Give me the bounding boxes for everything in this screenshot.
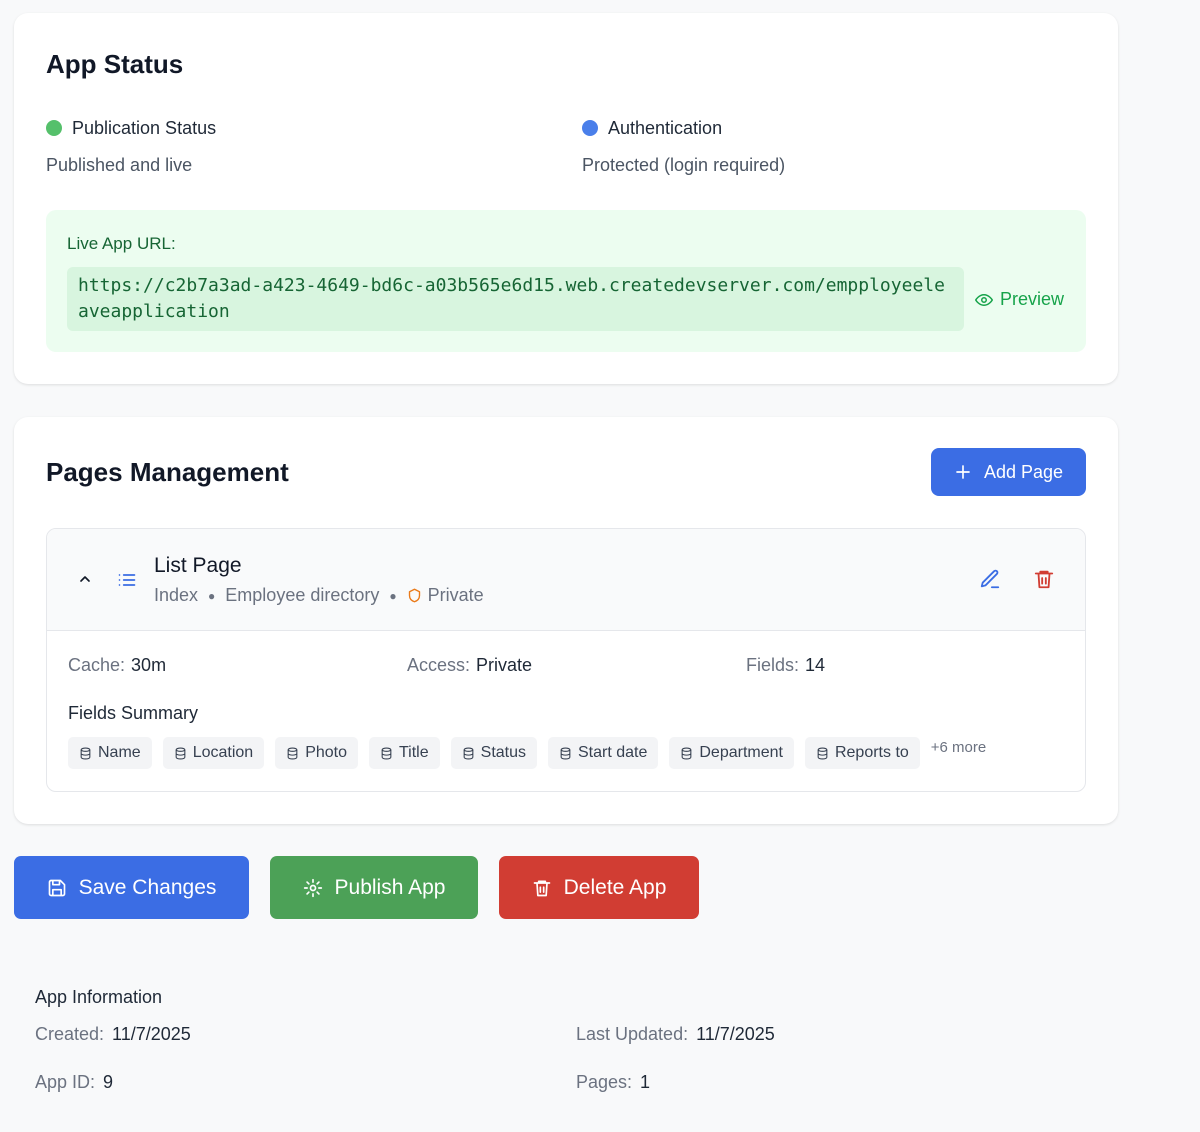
live-url-box: Live App URL: https://c2b7a3ad-a423-4649… [46, 210, 1086, 352]
field-chip-label: Reports to [834, 744, 909, 761]
publish-app-button[interactable]: Publish App [270, 856, 478, 919]
field-chip-label: Status [480, 744, 526, 761]
more-fields-count: +6 more [930, 739, 987, 756]
shield-icon [407, 588, 422, 603]
fields-detail: Fields: 14 [746, 655, 825, 676]
page-name: List Page [154, 554, 242, 577]
page-item: List Page Index ● Employee directory ● P… [46, 528, 1086, 792]
save-icon [48, 879, 65, 896]
app-status-title: App Status [46, 49, 184, 79]
pencil-icon[interactable] [979, 568, 1001, 590]
gear-icon [303, 878, 322, 897]
field-chip: Title [369, 737, 440, 769]
field-chip-label: Name [98, 744, 141, 761]
live-url-text[interactable]: https://c2b7a3ad-a423-4649-bd6c-a03b565e… [67, 267, 964, 331]
page-meta: Index ● Employee directory ● Private [154, 585, 484, 606]
list-icon [118, 574, 136, 586]
publish-app-label: Publish App [334, 875, 446, 899]
field-chip: Reports to [804, 737, 920, 769]
last-updated-info: Last Updated: 11/7/2025 [576, 1024, 775, 1045]
add-page-label: Add Page [983, 461, 1064, 482]
page-description: Employee directory [225, 585, 380, 605]
authentication-value: Protected (login required) [582, 155, 786, 175]
save-changes-button[interactable]: Save Changes [14, 856, 249, 919]
field-chip-label: Department [699, 744, 783, 761]
page-visibility: Private [427, 585, 484, 605]
fields-value: 14 [805, 655, 826, 675]
trash-icon [533, 880, 550, 896]
field-chip: Name [68, 737, 152, 769]
pages-count-info: Pages: 1 [576, 1072, 650, 1093]
access-value: Private [476, 655, 533, 675]
authentication-dot-icon [582, 120, 598, 136]
delete-app-label: Delete App [563, 875, 667, 899]
database-icon [817, 747, 828, 759]
add-page-button[interactable]: Add Page [931, 448, 1086, 496]
pages-management-title: Pages Management [46, 457, 289, 487]
eye-icon [975, 293, 993, 306]
delete-app-button[interactable]: Delete App [499, 856, 699, 919]
chevron-up-icon[interactable] [77, 571, 93, 587]
pages-count-value: 1 [640, 1072, 651, 1092]
cache-label: Cache: [68, 655, 126, 675]
meta-separator: ● [389, 588, 397, 603]
field-chip: Location [162, 737, 265, 769]
plus-icon [956, 465, 970, 479]
database-icon [381, 747, 392, 759]
page-route: Index [154, 585, 199, 605]
authentication-label: Authentication [608, 117, 723, 138]
authentication-status: Authentication Protected (login required… [582, 117, 1062, 176]
created-value: 11/7/2025 [112, 1024, 191, 1044]
field-chip: Photo [275, 737, 358, 769]
preview-label: Preview [1000, 289, 1065, 309]
publication-status: Publication Status Published and live [46, 117, 526, 176]
database-icon [463, 747, 474, 759]
field-chip-label: Start date [578, 744, 648, 761]
created-info: Created: 11/7/2025 [35, 1024, 191, 1045]
created-label: Created: [35, 1024, 105, 1044]
live-url-label: Live App URL: [67, 234, 176, 253]
field-chip: Status [450, 737, 537, 769]
fields-summary-title: Fields Summary [68, 703, 199, 723]
database-icon [80, 747, 91, 759]
field-chip-label: Photo [305, 744, 347, 761]
last-updated-label: Last Updated: [576, 1024, 689, 1044]
database-icon [560, 747, 571, 759]
page-item-header[interactable]: List Page Index ● Employee directory ● P… [47, 529, 1085, 631]
access-detail: Access: Private [407, 655, 532, 676]
meta-separator: ● [208, 588, 216, 603]
trash-icon[interactable] [1033, 568, 1055, 590]
database-icon [287, 747, 298, 759]
publication-status-value: Published and live [46, 155, 193, 175]
fields-label: Fields: [746, 655, 800, 675]
field-chip: Department [669, 737, 794, 769]
field-chip: Start date [548, 737, 659, 769]
database-icon [682, 747, 692, 759]
fields-chips: Name Location Photo Title Status Start d… [68, 737, 986, 769]
field-chip-label: Location [192, 744, 254, 761]
pages-count-label: Pages: [576, 1072, 633, 1092]
cache-detail: Cache: 30m [68, 655, 166, 676]
database-icon [175, 747, 186, 759]
app-info-title: App Information [35, 987, 163, 1007]
app-id-label: App ID: [35, 1072, 96, 1092]
app-status-card: App Status Publication Status Published … [14, 13, 1118, 384]
save-changes-label: Save Changes [78, 875, 217, 899]
field-chip-label: Title [399, 744, 429, 761]
access-label: Access: [407, 655, 471, 675]
cache-value: 30m [131, 655, 167, 675]
last-updated-value: 11/7/2025 [696, 1024, 775, 1044]
publication-status-label: Publication Status [72, 117, 217, 138]
app-id-value: 9 [103, 1072, 114, 1092]
pages-management-card: Pages Management Add Page List Page Inde… [14, 417, 1118, 824]
app-id-info: App ID: 9 [35, 1072, 113, 1093]
publication-status-dot-icon [46, 120, 62, 136]
preview-link[interactable]: Preview [975, 289, 1064, 310]
